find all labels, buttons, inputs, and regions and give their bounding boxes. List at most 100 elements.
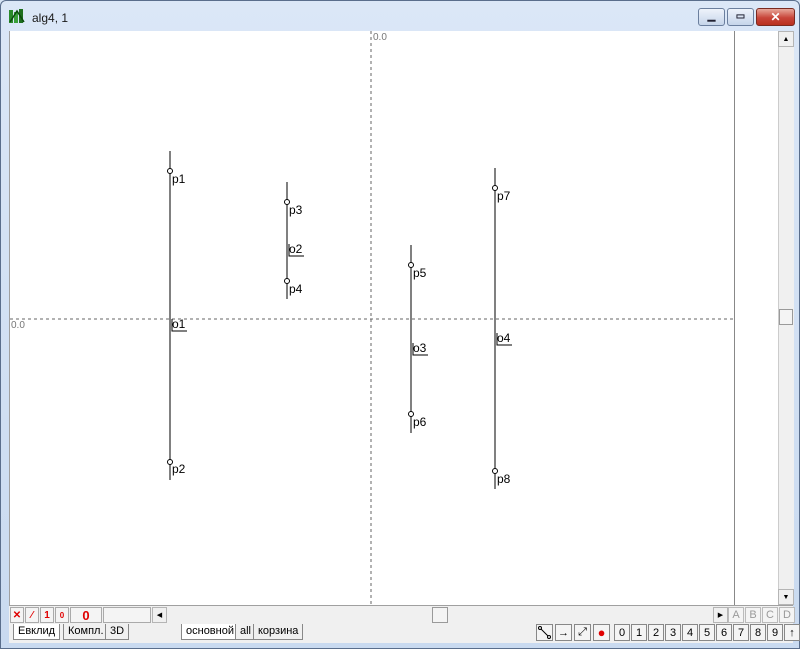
app-window: alg4, 1 ▁ ▭ ✕ 0.0 0.0 p1 o1 p2 p3 o2 p4 … (0, 0, 800, 649)
midpoint-label-o3: o3 (413, 341, 427, 355)
close-button[interactable]: ✕ (756, 8, 795, 26)
triangle-left-icon: ◀ (156, 612, 163, 619)
one-label: 1 (44, 609, 50, 621)
tab-kompl[interactable]: Компл. (63, 624, 109, 640)
scroll-left-button[interactable]: ◀ (152, 607, 167, 623)
letter-d-button[interactable]: D (779, 607, 795, 623)
triangle-right-icon: ▶ (717, 612, 724, 619)
letter-a: A (732, 609, 740, 621)
connect-points-icon (538, 626, 551, 639)
up-arrow-button[interactable]: ↑ (784, 624, 800, 641)
midpoint-label-o4: o4 (497, 331, 511, 345)
point-label-p1: p1 (172, 172, 186, 186)
origin-top-label: 0.0 (373, 32, 387, 43)
line-tool-button[interactable]: ⁄ (25, 607, 39, 623)
point-label-p7: p7 (497, 189, 511, 203)
tab-label: основной (186, 625, 234, 637)
segment-p5-p6[interactable]: p5 o3 p6 (408, 245, 429, 433)
scroll-right-button[interactable]: ▶ (713, 607, 728, 623)
digit-label: 8 (754, 626, 762, 639)
tab-label: Евклид (18, 625, 56, 637)
zero-big-button[interactable]: 0 (70, 607, 102, 623)
minimize-icon: ▁ (707, 11, 716, 22)
maximize-icon: ▭ (735, 11, 746, 22)
point-label-p5: p5 (413, 266, 427, 280)
drawing-canvas[interactable]: 0.0 0.0 p1 o1 p2 p3 o2 p4 p5 o3 p6 p7 o4… (9, 31, 735, 605)
arrow-right-icon: → (558, 626, 569, 639)
point-label-p3: p3 (289, 203, 303, 217)
midpoint-label-o1: o1 (172, 317, 186, 331)
cross-icon: ✕ (12, 609, 22, 621)
horizontal-scroll-thumb[interactable] (432, 607, 448, 623)
maximize-button[interactable]: ▭ (727, 8, 754, 26)
close-icon: ✕ (770, 10, 781, 24)
digit-label: 4 (686, 626, 694, 639)
tab-bar: Евклид Компл. 3D основной all корзина → … (9, 623, 800, 643)
vertical-scroll-thumb[interactable] (779, 309, 793, 325)
geometry-drawing[interactable]: 0.0 0.0 p1 o1 p2 p3 o2 p4 p5 o3 p6 p7 o4… (10, 31, 735, 605)
segment-p1-p2[interactable]: p1 o1 p2 (167, 151, 188, 480)
origin-left-label: 0.0 (11, 320, 25, 331)
letter-d: D (783, 609, 791, 621)
tab-label: all (240, 625, 252, 637)
zero-small-label: 0 (59, 610, 65, 620)
digit-0-button[interactable]: 0 (614, 624, 630, 641)
app-logo-icon (9, 9, 25, 23)
point-label-p8: p8 (497, 472, 511, 486)
connect-points-button[interactable] (536, 624, 553, 641)
letter-c: C (766, 609, 774, 621)
tab-osnovnoy[interactable]: основной (181, 624, 239, 640)
segment-p3-p4[interactable]: p3 o2 p4 (284, 182, 305, 299)
letter-a-button[interactable]: A (728, 607, 744, 623)
record-point-button[interactable]: ● (593, 624, 610, 641)
digit-label: 3 (669, 626, 677, 639)
diagonal-arrow-icon: ⤢ (578, 626, 587, 638)
point-label-p2: p2 (172, 462, 186, 476)
point-label-p4: p4 (289, 282, 303, 296)
midpoint-label-o2: o2 (289, 242, 303, 256)
zero-big-label: 0 (82, 607, 90, 623)
digit-3-button[interactable]: 3 (665, 624, 681, 641)
up-arrow-icon: ↑ (789, 626, 795, 639)
tab-label: корзина (258, 625, 299, 637)
scroll-down-button[interactable]: ▼ (778, 589, 794, 605)
segment-p7-p8[interactable]: p7 o4 p8 (492, 168, 513, 489)
tab-korzina[interactable]: корзина (253, 624, 304, 640)
slash-icon: ⁄ (31, 609, 33, 621)
minimize-button[interactable]: ▁ (698, 8, 725, 26)
delete-button[interactable]: ✕ (10, 607, 24, 623)
lower-toolbar: ✕ ⁄ 1 0 0 ◀ ▶ A B C D (9, 605, 795, 623)
digit-2-button[interactable]: 2 (648, 624, 664, 641)
digit-5-button[interactable]: 5 (699, 624, 715, 641)
digit-6-button[interactable]: 6 (716, 624, 732, 641)
digit-1-button[interactable]: 1 (631, 624, 647, 641)
digit-label: 7 (737, 626, 745, 639)
horizontal-scrollbar[interactable]: ◀ ▶ (152, 607, 728, 623)
digit-7-button[interactable]: 7 (733, 624, 749, 641)
one-button[interactable]: 1 (40, 607, 54, 623)
digit-label: 0 (618, 626, 626, 639)
tab-evklid[interactable]: Евклид (13, 624, 61, 640)
diagonal-arrow-button[interactable]: ⤢ (574, 624, 591, 641)
scroll-up-button[interactable]: ▲ (778, 31, 794, 47)
triangle-up-icon: ▲ (782, 35, 790, 43)
letter-b-button[interactable]: B (745, 607, 761, 623)
digit-label: 9 (771, 626, 779, 639)
letter-b: B (749, 609, 757, 621)
tab-label: 3D (110, 625, 125, 637)
digit-9-button[interactable]: 9 (767, 624, 783, 641)
title-bar[interactable]: alg4, 1 ▁ ▭ ✕ (1, 1, 799, 31)
digit-4-button[interactable]: 4 (682, 624, 698, 641)
blank-field[interactable] (103, 607, 151, 623)
arrow-right-button[interactable]: → (555, 624, 572, 641)
letter-c-button[interactable]: C (762, 607, 778, 623)
digit-8-button[interactable]: 8 (750, 624, 766, 641)
triangle-down-icon: ▼ (782, 593, 790, 601)
digit-label: 5 (703, 626, 711, 639)
zero-small-button[interactable]: 0 (55, 607, 69, 623)
digit-label: 6 (720, 626, 728, 639)
right-panel: ▲ ▼ (734, 31, 794, 605)
tab-3d[interactable]: 3D (105, 624, 130, 640)
point-label-p6: p6 (413, 415, 427, 429)
tab-label: Компл. (68, 625, 104, 637)
